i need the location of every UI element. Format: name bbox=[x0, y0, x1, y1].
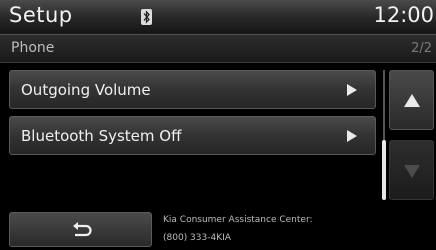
status-bar: Setup 12:00 bbox=[0, 0, 436, 35]
section-title: Phone bbox=[11, 40, 55, 56]
page-indicator: 2/2 bbox=[411, 41, 432, 56]
scroll-down-button[interactable] bbox=[389, 140, 434, 200]
scrollbar-thumb[interactable] bbox=[382, 140, 386, 200]
scroll-up-icon bbox=[404, 94, 420, 107]
assistance-phone: (800) 333-4KIA bbox=[163, 233, 231, 243]
subheader: Phone 2/2 bbox=[0, 35, 436, 63]
menu-item-outgoing-volume[interactable]: Outgoing Volume bbox=[9, 70, 376, 109]
scroll-up-button[interactable] bbox=[389, 70, 434, 130]
scroll-down-icon bbox=[404, 165, 420, 178]
screen-title: Setup bbox=[9, 3, 73, 27]
menu-item-label: Outgoing Volume bbox=[21, 81, 151, 99]
back-icon bbox=[73, 222, 92, 237]
bluetooth-icon bbox=[141, 9, 152, 25]
menu-item-bluetooth-system-off[interactable]: Bluetooth System Off bbox=[9, 116, 376, 155]
assistance-info: Kia Consumer Assistance Center: (800) 33… bbox=[163, 211, 313, 247]
clock: 12:00 bbox=[373, 3, 434, 27]
menu-item-label: Bluetooth System Off bbox=[21, 127, 182, 145]
arrow-right-icon bbox=[347, 130, 357, 142]
back-button[interactable] bbox=[9, 212, 152, 247]
assistance-label: Kia Consumer Assistance Center: bbox=[163, 215, 313, 225]
arrow-right-icon bbox=[347, 84, 357, 96]
